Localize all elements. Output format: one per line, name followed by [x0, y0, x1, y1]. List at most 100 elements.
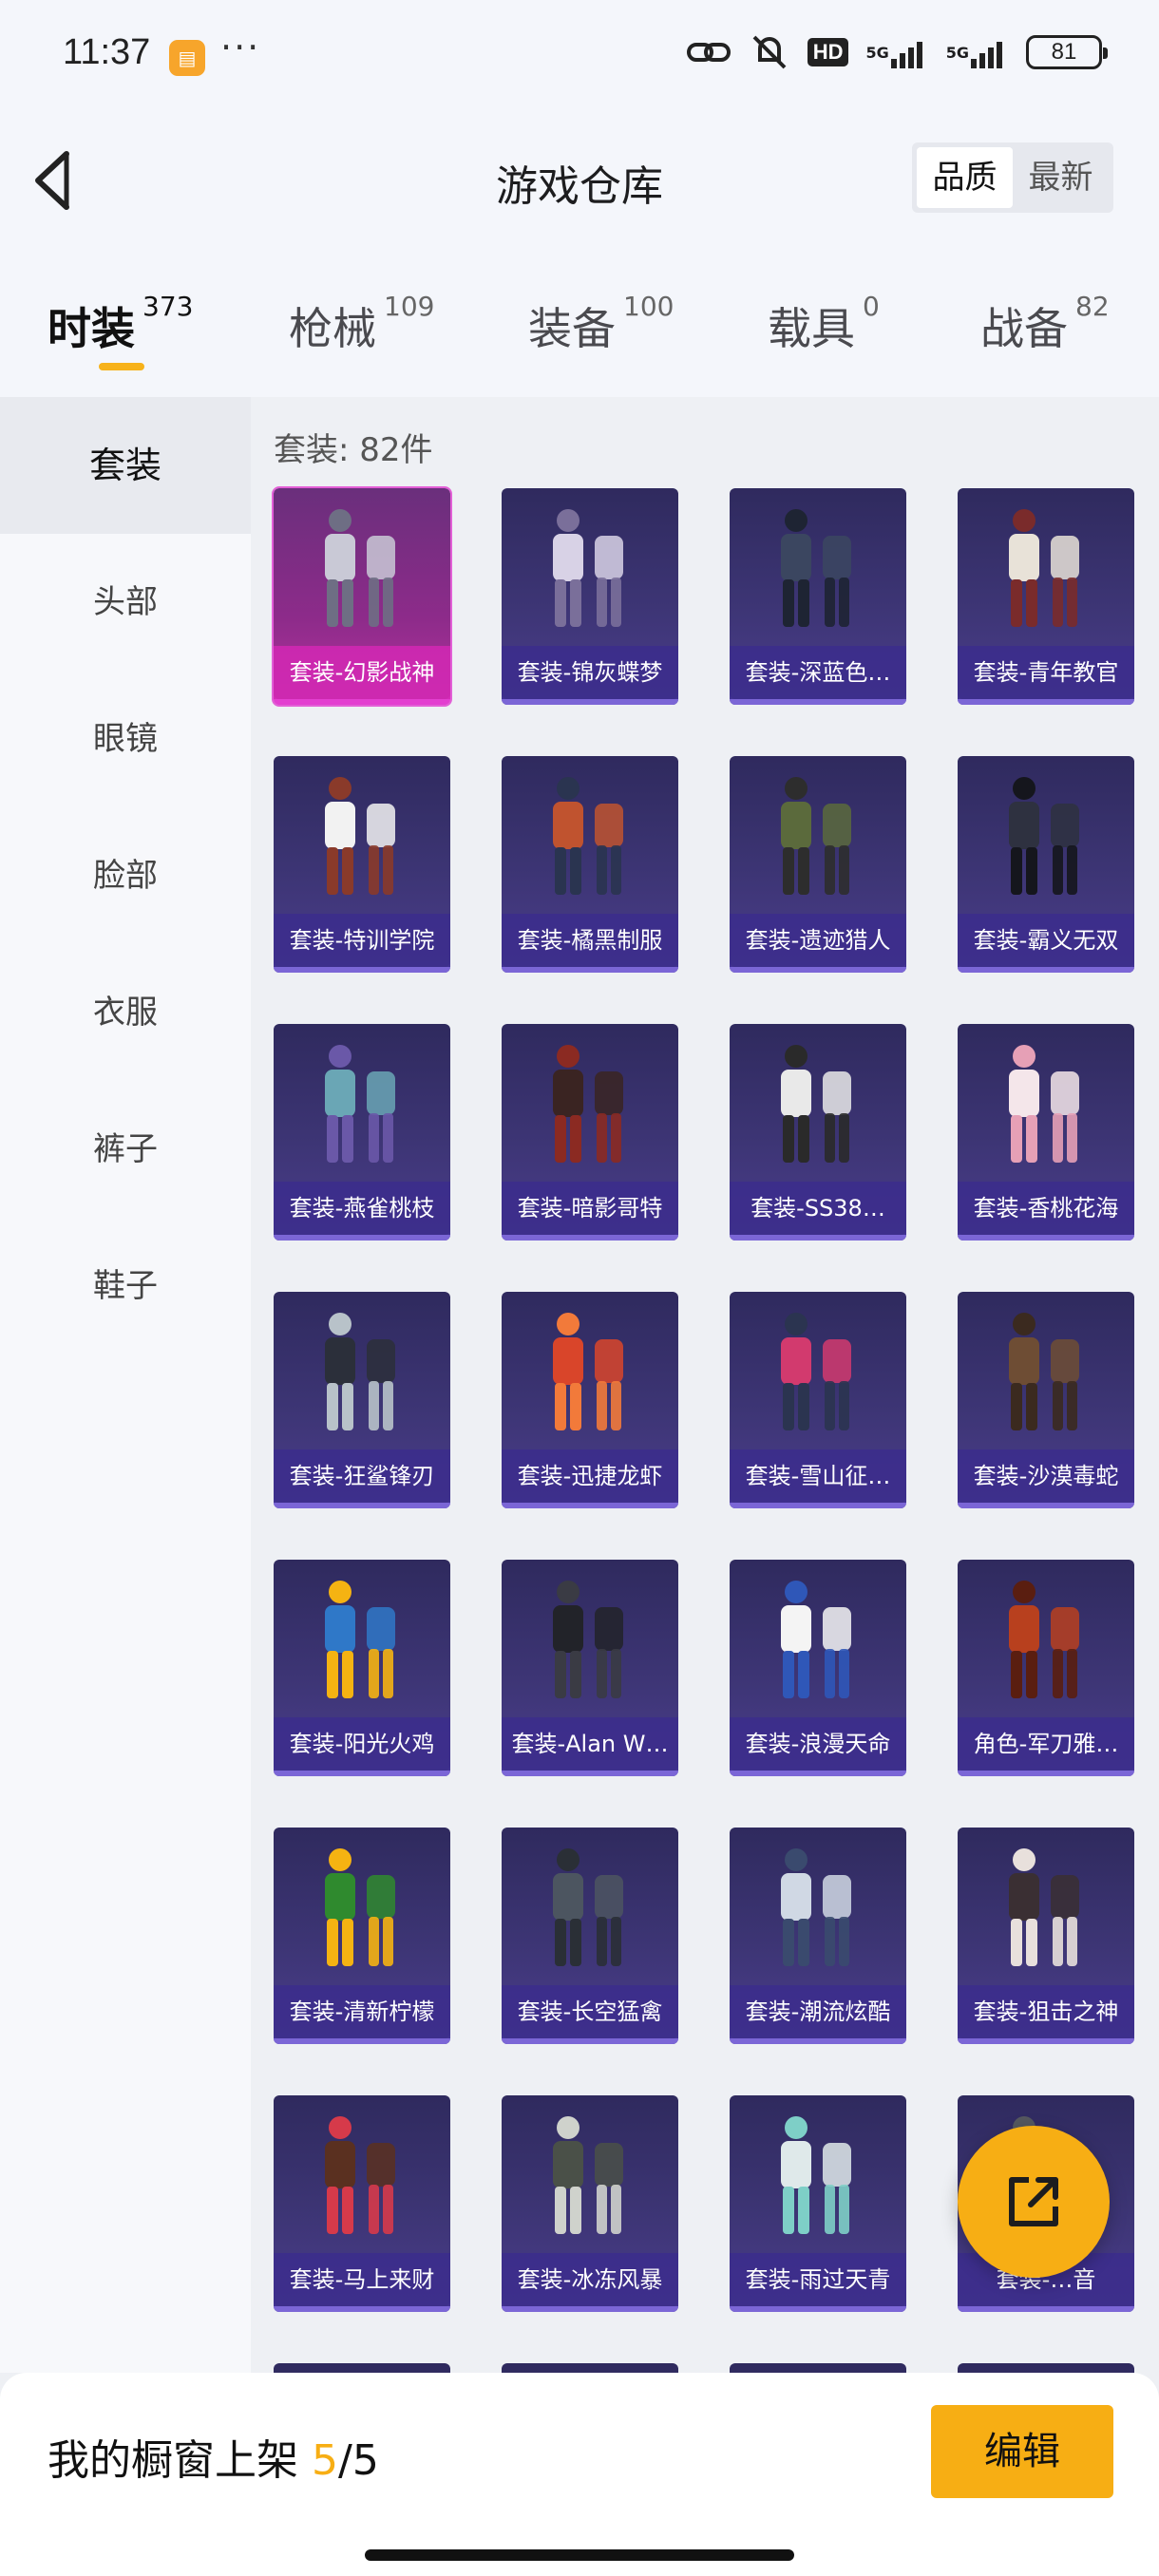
tab-label: 战备 — [980, 303, 1068, 354]
item-card-partial[interactable] — [274, 2363, 450, 2373]
item-card[interactable]: 套装-香桃花海 — [958, 1024, 1134, 1241]
showcase-label: 我的橱窗上架 — [48, 2436, 298, 2485]
outfit-thumbnail-icon — [781, 1045, 851, 1163]
signal-icon-1: 5G — [865, 32, 928, 72]
tab-equipment[interactable]: 装备 100 — [528, 291, 674, 357]
item-card[interactable]: 套装-潮流炫酷 — [730, 1828, 906, 2044]
tab-count: 100 — [623, 291, 674, 322]
item-card[interactable]: 套装-沙漠毒蛇 — [958, 1292, 1134, 1508]
item-card[interactable]: 套装-长空猛禽 — [502, 1828, 678, 2044]
outfit-thumbnail-icon — [325, 1045, 395, 1163]
notification-app-icon: ▤ — [169, 40, 205, 76]
sidebar-item-glasses[interactable]: 眼镜 — [0, 671, 251, 807]
item-card[interactable]: 套装-暗影哥特 — [502, 1024, 678, 1241]
tab-label: 装备 — [528, 303, 616, 354]
outfit-thumbnail-icon — [553, 1581, 623, 1698]
sidebar-item-head[interactable]: 头部 — [0, 534, 251, 671]
item-list-area[interactable]: 套装: 82件 套装-幻影战神 套装-锦灰蝶梦 套装-深蓝色… 套装-青年教官套装-特… — [251, 397, 1159, 2373]
bottom-bar: 我的橱窗上架 5/5 编辑 — [0, 2373, 1159, 2576]
item-card[interactable]: 套装-迅捷龙虾 — [502, 1292, 678, 1508]
tab-label: 时装 — [48, 303, 135, 354]
outfit-thumbnail-icon — [1009, 509, 1079, 627]
item-card[interactable]: 套装-马上来财 — [274, 2095, 450, 2312]
tab-count: 373 — [142, 291, 194, 322]
tab-readiness[interactable]: 战备 82 — [980, 291, 1110, 357]
item-card-name: 套装-香桃花海 — [958, 1182, 1134, 1235]
item-card[interactable]: 套装-霸义无双 — [958, 756, 1134, 973]
item-card-partial[interactable] — [502, 2363, 678, 2373]
tab-guns[interactable]: 枪械 109 — [289, 291, 435, 357]
sidebar-item-pants[interactable]: 裤子 — [0, 1081, 251, 1218]
sidebar-item-face[interactable]: 脸部 — [0, 807, 251, 944]
tab-vehicles[interactable]: 载具 0 — [768, 291, 880, 357]
showcase-current-count: 5 — [312, 2436, 338, 2485]
item-card-name: 套装-暗影哥特 — [502, 1182, 678, 1235]
share-button[interactable] — [958, 2126, 1110, 2278]
tab-label: 枪械 — [289, 303, 376, 354]
item-card[interactable]: 套装-清新柠檬 — [274, 1828, 450, 2044]
item-card[interactable]: 套装-遗迹猎人 — [730, 756, 906, 973]
item-card[interactable]: 套装-雪山征… — [730, 1292, 906, 1508]
home-indicator[interactable] — [365, 2549, 794, 2561]
item-card-name: 套装-沙漠毒蛇 — [958, 1449, 1134, 1503]
edit-button[interactable]: 编辑 — [931, 2405, 1113, 2498]
item-card[interactable]: 套装-幻影战神 — [272, 486, 452, 707]
item-card[interactable]: 套装-狂鲨锋刃 — [274, 1292, 450, 1508]
sort-toggle: 品质 最新 — [912, 142, 1113, 213]
item-card-name: 套装-橘黑制服 — [502, 914, 678, 967]
showcase-total-count: /5 — [338, 2436, 379, 2485]
item-card[interactable]: 套装-青年教官 — [958, 488, 1134, 705]
item-card[interactable]: 套装-SS38… — [730, 1024, 906, 1241]
item-card[interactable]: 套装-阳光火鸡 — [274, 1560, 450, 1776]
tab-count: 82 — [1075, 291, 1110, 322]
item-card-name: 套装-狙击之神 — [958, 1985, 1134, 2038]
item-card[interactable]: 套装-特训学院 — [274, 756, 450, 973]
sidebar-item-clothes[interactable]: 衣服 — [0, 944, 251, 1081]
status-time: 11:37 — [63, 32, 151, 72]
item-count-label: 套装: 82件 — [274, 431, 433, 469]
outfit-thumbnail-icon — [553, 1313, 623, 1430]
showcase-status: 我的橱窗上架 5/5 — [48, 2426, 379, 2487]
item-card[interactable]: 套装-燕雀桃枝 — [274, 1024, 450, 1241]
outfit-thumbnail-icon — [781, 1581, 851, 1698]
item-card-name: 角色-军刀雅… — [958, 1717, 1134, 1771]
status-icons: HD 5G 5G 81 — [686, 32, 1108, 72]
item-card-name: 套装-特训学院 — [274, 914, 450, 967]
share-external-icon — [1009, 2177, 1058, 2226]
outfit-thumbnail-icon — [781, 2116, 851, 2234]
sidebar-item-suits[interactable]: 套装 — [0, 397, 251, 534]
signal-icon-2: 5G — [946, 32, 1009, 72]
item-card-name: 套装-马上来财 — [274, 2253, 450, 2306]
hd-icon: HD — [807, 32, 849, 72]
item-card-name: 套装-深蓝色… — [730, 646, 906, 699]
item-card[interactable]: 套装-浪漫天命 — [730, 1560, 906, 1776]
sort-option-newest[interactable]: 最新 — [1013, 147, 1109, 208]
hd-label: HD — [807, 38, 849, 66]
item-card[interactable]: 套装-狙击之神 — [958, 1828, 1134, 2044]
item-card-name: 套装-燕雀桃枝 — [274, 1182, 450, 1235]
outfit-thumbnail-icon — [781, 1313, 851, 1430]
item-card[interactable]: 套装-雨过天青 — [730, 2095, 906, 2312]
active-tab-indicator — [99, 363, 144, 370]
tab-fashion[interactable]: 时装 373 — [48, 291, 194, 357]
item-card[interactable]: 套装-橘黑制服 — [502, 756, 678, 973]
outfit-thumbnail-icon — [1009, 1313, 1079, 1430]
item-card[interactable]: 套装-冰冻风暴 — [502, 2095, 678, 2312]
item-card-partial[interactable] — [958, 2363, 1134, 2373]
item-card[interactable]: 角色-军刀雅… — [958, 1560, 1134, 1776]
outfit-thumbnail-icon — [1009, 1045, 1079, 1163]
outfit-thumbnail-icon — [553, 509, 623, 627]
tab-label: 载具 — [768, 303, 855, 354]
tab-count: 109 — [384, 291, 435, 322]
item-card-name: 套装-阳光火鸡 — [274, 1717, 450, 1771]
item-card[interactable]: 套装-锦灰蝶梦 — [502, 488, 678, 705]
item-card-name: 套装-冰冻风暴 — [502, 2253, 678, 2306]
item-card-name: 套装-青年教官 — [958, 646, 1134, 699]
item-card-name: 套装-雨过天青 — [730, 2253, 906, 2306]
sidebar-item-shoes[interactable]: 鞋子 — [0, 1218, 251, 1354]
outfit-thumbnail-icon — [781, 1848, 851, 1966]
item-card[interactable]: 套装-Alan W… — [502, 1560, 678, 1776]
sort-option-quality[interactable]: 品质 — [917, 147, 1013, 208]
item-card[interactable]: 套装-深蓝色… — [730, 488, 906, 705]
item-card-partial[interactable] — [730, 2363, 906, 2373]
